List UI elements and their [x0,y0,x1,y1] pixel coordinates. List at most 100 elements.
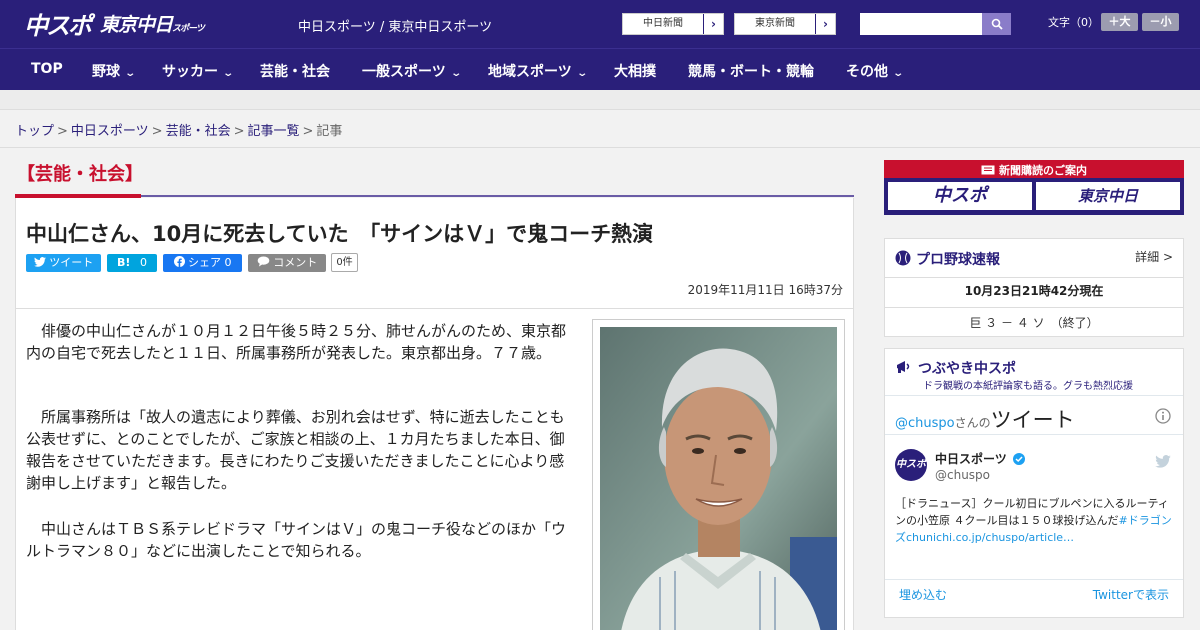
twitter-widget-subtitle: ドラ観戦の本紙評論家も語る。グラも熱烈応援 [923,381,1133,392]
view-on-twitter-link[interactable]: Twitterで表示 [1093,586,1169,603]
twitter-icon [33,257,46,267]
nav-baseball[interactable]: 野球 ⌄ [92,61,137,81]
comment-button[interactable]: コメント [248,254,326,272]
breadcrumb-separator: > [151,124,163,139]
nav-label: サッカー [162,64,218,80]
twitter-timeline-header: @chuspoさんのツイート [885,395,1183,435]
subscribe-chunichi-sports[interactable]: 中スポ [888,182,1032,210]
site-links[interactable]: 中日スポーツ / 東京中日スポーツ [298,16,492,35]
avatar[interactable]: 中スポ [895,449,927,481]
nav-local-sports[interactable]: 地域スポーツ ⌄ [488,61,588,81]
category-rule [141,195,854,197]
tokyo-news-button[interactable]: 東京新聞 › [734,13,836,35]
info-icon[interactable] [1155,408,1171,424]
baseball-title: プロ野球速報 [916,252,1000,268]
facebook-icon [173,256,185,267]
site-logo[interactable]: 中スポ 東京中日スポーツ [24,6,205,41]
logo-tokyo-text: 東京中日 [100,13,173,36]
chevron-down-icon: ⌄ [892,68,905,79]
logo-tokyo[interactable]: 東京中日スポーツ [100,10,205,37]
main-nav: TOP 野球 ⌄ サッカー ⌄ 芸能・社会 一般スポーツ ⌄ 地域スポーツ ⌄ 大相撲 … [0,48,1200,90]
breadcrumb-separator: > [233,124,245,139]
breadcrumb-chunichi-sports[interactable]: 中日スポーツ [71,124,149,139]
hatena-button[interactable]: B! 0 [107,254,157,272]
chevron-down-icon: ⌄ [222,68,235,79]
nav-label: 競馬・ボート・競輪 [688,64,814,80]
tokyo-news-label: 東京新聞 [755,18,795,29]
facebook-count: 0 [224,256,232,269]
article-header: 中山仁さん、10月に死去していた 「サインはＶ」で鬼コーチ熱演 ツイート B! … [15,198,854,309]
facebook-label: シェア [188,256,221,269]
twitter-widget: つぶやき中スポ ドラ観戦の本紙評論家も語る。グラも熱烈応援 @chuspoさんの… [884,348,1184,618]
verified-badge-icon [1012,453,1025,465]
nav-label: 野球 [92,64,120,80]
search-icon [991,18,1003,30]
megaphone-icon [897,361,910,373]
logo-tokyo-suffix: スポーツ [172,23,205,34]
timeline-tweet-word: ツイート [990,408,1075,432]
search-button[interactable] [982,13,1011,35]
breadcrumb-top[interactable]: トップ [15,124,54,139]
comment-count: 0件 [331,253,358,272]
chevron-down-icon: ⌄ [450,68,462,79]
subscription-title-text: 新聞購読のご案内 [999,164,1087,177]
nav-racing[interactable]: 競馬・ボート・競輪 [688,61,814,81]
font-size-label: 文字（0） [1048,16,1099,29]
article-headline: 中山仁さん、10月に死去していた 「サインはＶ」で鬼コーチ熱演 [26,222,654,246]
embed-link[interactable]: 埋め込む [899,586,947,603]
baseball-icon [895,250,911,266]
header-bar: 中スポ 東京中日スポーツ 中日スポーツ / 東京中日スポーツ 中日新聞 › 東京… [0,0,1200,48]
nav-general-sports[interactable]: 一般スポーツ ⌄ [362,61,462,81]
chunichi-news-label: 中日新聞 [643,18,683,29]
tweet-author-username[interactable]: @chuspo [935,468,990,482]
hatena-count: 0 [139,256,147,269]
nav-label: 一般スポーツ [362,64,446,80]
baseball-score[interactable]: 巨 ３ － ４ ソ （終了） [885,307,1183,331]
nav-label: 大相撲 [614,64,656,80]
article-photo-frame [592,319,845,630]
tweet-button[interactable]: ツイート [26,254,101,272]
baseball-detail-link[interactable]: 詳細 > [1135,248,1173,265]
tweet-url-link[interactable]: chunichi.co.jp/chuspo/article… [906,531,1074,544]
breadcrumb-current: 記事 [316,124,343,139]
timeline-handle-suffix: さんの [954,416,991,430]
timeline-handle[interactable]: @chuspo [895,416,955,431]
nav-others[interactable]: その他 ⌄ [846,61,905,81]
author-name-text: 中日スポーツ [935,452,1007,466]
tweet-label: ツイート [49,256,94,269]
chevron-down-icon: ⌄ [576,68,588,79]
article-photo[interactable] [600,327,837,630]
newspaper-icon [981,165,995,175]
nav-sumo[interactable]: 大相撲 [614,61,656,81]
timeline-heading: @chuspoさんのツイート [895,404,1075,434]
divider [0,147,1200,148]
facebook-share-button[interactable]: シェア 0 [163,254,242,272]
breadcrumb-article-list[interactable]: 記事一覧 [248,124,300,139]
search-input[interactable] [860,13,982,35]
subscription-title: 新聞購読のご案内 [884,162,1184,178]
sub-bar [0,90,1200,110]
breadcrumb-entertainment[interactable]: 芸能・社会 [166,124,231,139]
article-paragraph: 所属事務所は「故人の遺志により葬儀、お別れ会はせず、特に逝去したことも公表せずに… [26,408,565,492]
tweet-text: ［ドラニュース］クール初日にブルペンに入るルーティンの小笠原 ４クール目は１５０… [895,495,1173,546]
nav-label: その他 [846,64,888,80]
twitter-bird-icon [1155,455,1171,468]
nav-entertainment[interactable]: 芸能・社会 [260,61,330,81]
font-smaller-button[interactable]: －小 [1142,13,1179,31]
nav-top[interactable]: TOP [31,61,63,77]
article-paragraph: 俳優の中山仁さんが１０月１２日午後５時２５分、肺せんがんのため、東京都内の自宅で… [26,322,567,362]
breadcrumb-separator: > [57,124,68,139]
logo-chunichi[interactable]: 中スポ [24,6,92,41]
divider [885,579,1183,580]
breadcrumb: トップ > 中日スポーツ > 芸能・社会 > 記事一覧 > 記事 [15,120,342,139]
subscribe-tokyo-chunichi[interactable]: 東京中日 [1036,182,1180,210]
nav-label: 芸能・社会 [260,64,330,80]
nav-soccer[interactable]: サッカー ⌄ [162,61,235,81]
font-larger-button[interactable]: ＋大 [1101,13,1138,31]
baseball-update-time: 10月23日21時42分現在 [885,277,1183,299]
chunichi-news-button[interactable]: 中日新聞 › [622,13,724,35]
tweet-author-name[interactable]: 中日スポーツ [935,450,1025,467]
category-heading: 【芸能・社会】 [17,164,143,185]
comment-label: コメント [273,256,318,269]
chevron-down-icon: ⌄ [124,68,137,79]
